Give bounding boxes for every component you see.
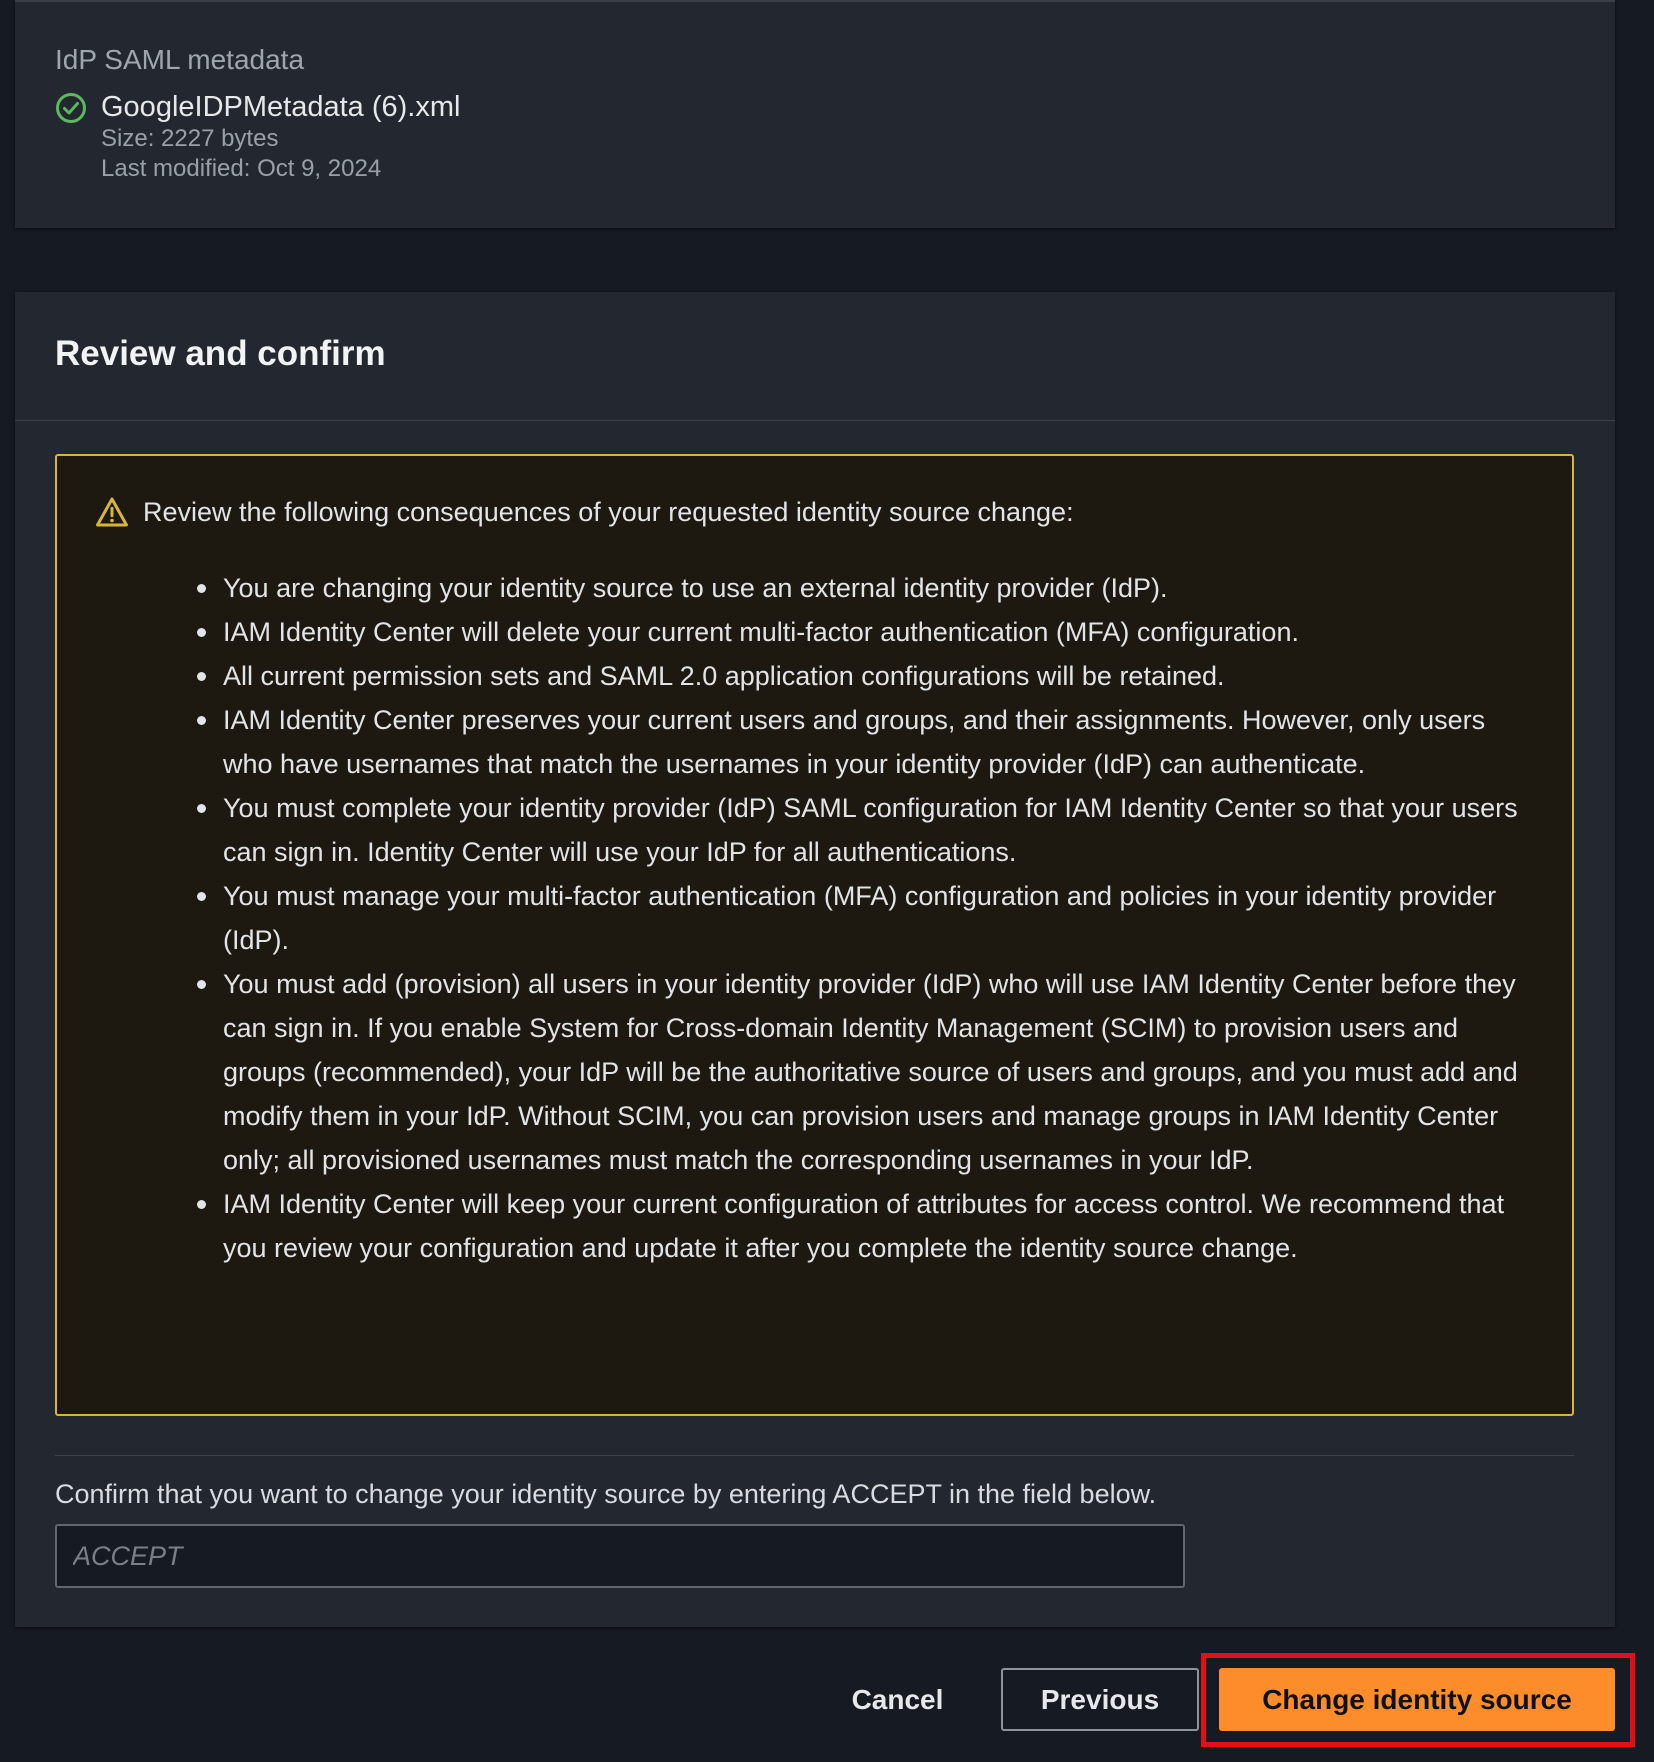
review-panel: Review and confirm Review the following … (15, 292, 1615, 1627)
list-item: You must manage your multi-factor authen… (197, 874, 1537, 962)
list-item: IAM Identity Center will delete your cur… (197, 610, 1537, 654)
cancel-button[interactable]: Cancel (830, 1668, 965, 1731)
list-item: You must add (provision) all users in yo… (197, 962, 1537, 1182)
accept-input[interactable] (55, 1524, 1185, 1588)
list-item: All current permission sets and SAML 2.0… (197, 654, 1537, 698)
metadata-label: IdP SAML metadata (55, 44, 305, 75)
metadata-file: GoogleIDPMetadata (6).xml Size: 2227 byt… (55, 90, 460, 184)
file-size: Size: 2227 bytes (101, 125, 279, 152)
file-name: GoogleIDPMetadata (6).xml (101, 91, 461, 123)
warning-text: Review the following consequences of you… (143, 496, 1074, 527)
check-circle-icon (56, 93, 86, 123)
list-item: IAM Identity Center will keep your curre… (197, 1182, 1537, 1270)
file-last-modified: Last modified: Oct 9, 2024 (101, 155, 382, 182)
confirm-instruction: Confirm that you want to change your ide… (55, 1479, 1157, 1509)
metadata-panel: IdP SAML metadata GoogleIDPMetadata (6).… (15, 0, 1615, 228)
warning-alert: Review the following consequences of you… (55, 454, 1574, 1416)
review-header: Review and confirm (15, 292, 1615, 421)
previous-button[interactable]: Previous (1001, 1668, 1199, 1731)
change-identity-source-button[interactable]: Change identity source (1219, 1668, 1615, 1731)
warning-heading: Review the following consequences of you… (95, 496, 1074, 528)
divider (55, 1455, 1574, 1456)
list-item: You must complete your identity provider… (197, 786, 1537, 874)
list-item: You are changing your identity source to… (197, 566, 1537, 610)
consequence-list: You are changing your identity source to… (197, 566, 1537, 1270)
list-item: IAM Identity Center preserves your curre… (197, 698, 1537, 786)
warning-triangle-icon (96, 497, 128, 527)
review-title: Review and confirm (55, 334, 386, 373)
